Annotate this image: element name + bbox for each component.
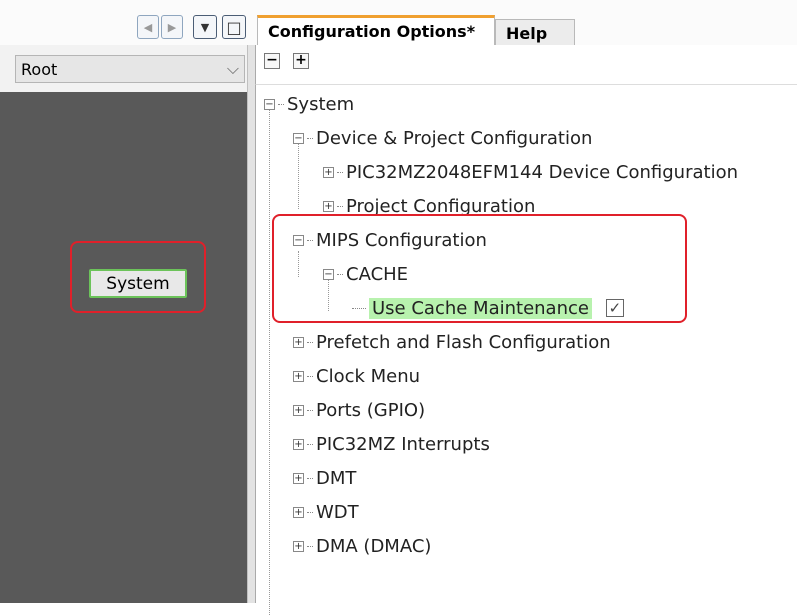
tab-help[interactable]: Help	[495, 19, 575, 45]
tree-node-label: DMT	[316, 467, 357, 489]
tree-node-label: PIC32MZ2048EFM144 Device Configuration	[346, 161, 738, 183]
tree-connector	[307, 409, 313, 411]
tree-node[interactable]: + Clock Menu	[293, 363, 420, 389]
collapse-all-button[interactable]: −	[264, 53, 280, 69]
expand-icon[interactable]: +	[293, 472, 304, 484]
tree-guide-line	[269, 107, 270, 615]
tree-connector	[278, 103, 284, 105]
tree-node-label: WDT	[316, 501, 359, 523]
splitter[interactable]	[247, 45, 255, 603]
expand-icon[interactable]: +	[323, 166, 334, 178]
collapse-icon[interactable]: −	[264, 98, 275, 110]
tree-node-label: Prefetch and Flash Configuration	[316, 331, 611, 353]
system-node-button[interactable]: System	[89, 269, 187, 298]
root-select[interactable]: Root ⌵	[15, 55, 245, 83]
tree-connector	[307, 137, 313, 139]
tree-guide-line	[298, 141, 299, 209]
tree-connector	[337, 205, 343, 207]
menu-button[interactable]: ▼	[193, 15, 217, 39]
tree-node[interactable]: + WDT	[293, 499, 359, 525]
tree-node[interactable]: − Device & Project Configuration	[293, 125, 592, 151]
next-icon: ▶	[167, 20, 177, 34]
tree-node-label: System	[287, 93, 355, 115]
tree-node-label: DMA (DMAC)	[316, 535, 432, 557]
tree-connector	[307, 443, 313, 445]
prev-icon: ◀	[143, 20, 153, 34]
tree-connector	[307, 511, 313, 513]
tree-toolbar: − +	[255, 45, 797, 85]
expand-icon[interactable]: +	[293, 336, 304, 348]
root-select-value: Root	[21, 59, 58, 79]
tree-connector	[337, 171, 343, 173]
expand-icon[interactable]: +	[293, 540, 304, 552]
tree-connector	[307, 375, 313, 377]
tree-node[interactable]: + PIC32MZ2048EFM144 Device Configuration	[323, 159, 738, 185]
tree-connector	[307, 477, 313, 479]
maximize-button[interactable]: □	[222, 15, 246, 39]
expand-icon[interactable]: +	[293, 438, 304, 450]
tree-node-label: Clock Menu	[316, 365, 421, 387]
chevron-down-icon: ⌵	[226, 59, 239, 78]
tab-label: Help	[506, 24, 548, 43]
tree-node-label: Ports (GPIO)	[316, 399, 426, 421]
maximize-icon: □	[226, 17, 242, 37]
tab-label: Configuration Options*	[268, 22, 476, 41]
collapse-icon[interactable]: −	[293, 132, 304, 144]
tree-node[interactable]: + PIC32MZ Interrupts	[293, 431, 490, 457]
tree-connector	[307, 341, 313, 343]
tree-node[interactable]: + Ports (GPIO)	[293, 397, 425, 423]
tab-configuration-options[interactable]: Configuration Options*	[257, 15, 495, 45]
tree-node-label: PIC32MZ Interrupts	[316, 433, 490, 455]
expand-all-button[interactable]: +	[293, 53, 309, 69]
system-node-label: System	[106, 273, 170, 294]
expand-icon[interactable]: +	[293, 506, 304, 518]
expand-icon[interactable]: +	[293, 370, 304, 382]
annotation-box-right	[272, 214, 687, 323]
expand-icon[interactable]: +	[323, 200, 334, 212]
dropdown-icon: ▼	[200, 20, 210, 34]
tree-node[interactable]: − System	[264, 91, 354, 117]
tree-node[interactable]: + Prefetch and Flash Configuration	[293, 329, 611, 355]
tree-node[interactable]: + DMT	[293, 465, 356, 491]
tree-node[interactable]: + DMA (DMAC)	[293, 533, 431, 559]
config-tree: − System − Device & Project Configuration + P…	[255, 85, 797, 615]
nav-prev-button[interactable]: ◀	[137, 15, 159, 39]
tree-node-label: Device & Project Configuration	[316, 127, 593, 149]
nav-next-button[interactable]: ▶	[161, 15, 183, 39]
tree-connector	[307, 545, 313, 547]
graph-canvas	[0, 92, 247, 603]
expand-icon[interactable]: +	[293, 404, 304, 416]
